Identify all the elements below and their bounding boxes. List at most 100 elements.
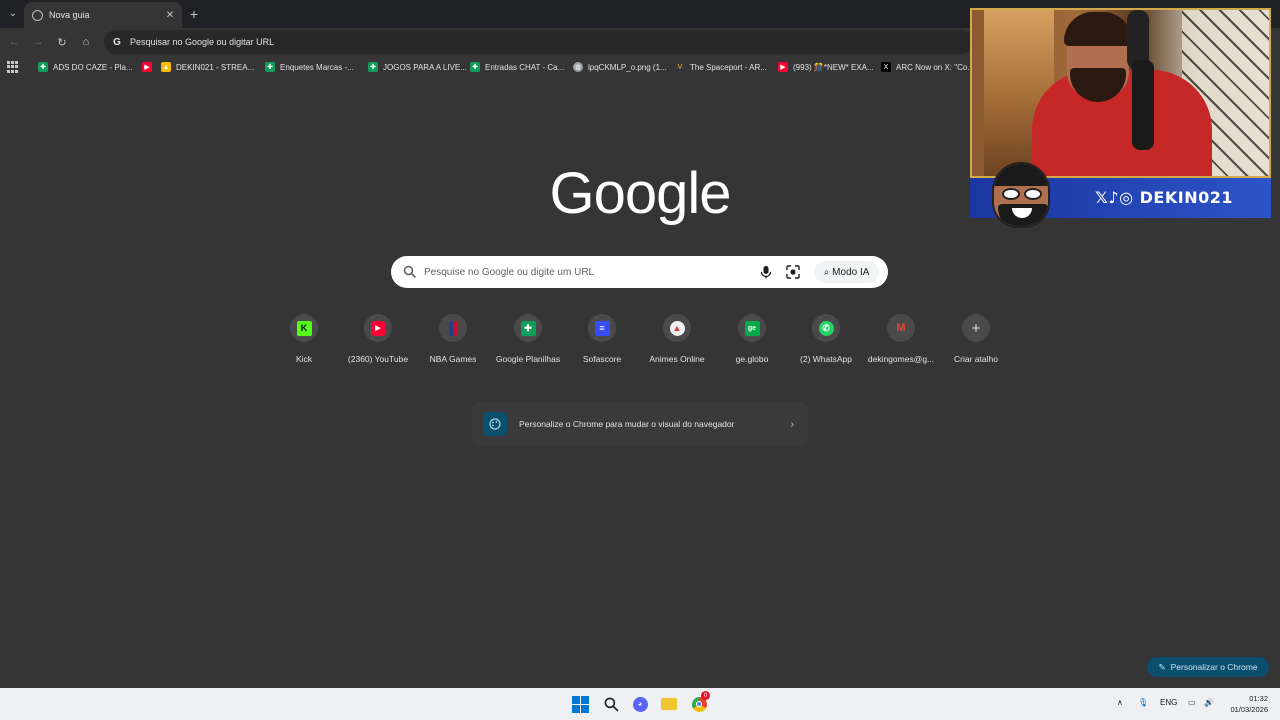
shortcut-label: Kick bbox=[295, 354, 313, 364]
bookmark-item[interactable]: ✚ ADS DO CAZE - Pla... bbox=[38, 60, 133, 74]
tab-close-icon[interactable]: ✕ bbox=[163, 10, 177, 21]
clock[interactable]: 01:32 01/03/2026 bbox=[1230, 693, 1268, 715]
google-lens-icon[interactable] bbox=[785, 264, 801, 280]
reload-icon[interactable]: ↻ bbox=[54, 34, 70, 50]
shortcut-label: Sofascore bbox=[582, 354, 622, 364]
tray-volume-icon[interactable]: 🔊 bbox=[1204, 698, 1214, 707]
search-icon bbox=[403, 265, 417, 279]
shortcut-tile[interactable]: K Kick bbox=[268, 312, 340, 372]
language-indicator[interactable]: ENG bbox=[1160, 698, 1177, 707]
tray-microphone-icon[interactable]: 🎙 bbox=[1138, 698, 1148, 707]
sofascore-icon: ≡ bbox=[594, 320, 610, 336]
shortcut-label: ge.globo bbox=[735, 354, 769, 364]
file-explorer-icon[interactable] bbox=[660, 695, 678, 713]
tray-network-icon[interactable]: ▭ bbox=[1188, 698, 1196, 707]
shortcut-icon-bg bbox=[439, 314, 467, 342]
nba-icon bbox=[449, 320, 457, 336]
bookmark-item[interactable]: ✚ JOGOS PARA A LIVE... bbox=[368, 60, 467, 74]
customize-card-text: Personalize o Chrome para mudar o visual… bbox=[519, 419, 735, 429]
shortcut-tile[interactable]: NBA Games bbox=[417, 312, 489, 372]
shortcut-label: Criar atalho bbox=[954, 354, 998, 364]
shortcut-tile[interactable]: ▲ Animes Online bbox=[641, 312, 713, 372]
shortcut-tile[interactable]: ge ge.globo bbox=[716, 312, 788, 372]
webcam-overlay bbox=[970, 8, 1271, 178]
bookmark-item[interactable]: ✚ Entradas CHAT - Ca... bbox=[470, 60, 564, 74]
ge-globo-icon: ge bbox=[744, 320, 760, 336]
shortcut-icon-bg: ge bbox=[738, 314, 766, 342]
bookmark-item[interactable]: X ARC Now on X: "Co... bbox=[881, 60, 974, 74]
apps-grid-icon[interactable] bbox=[7, 61, 19, 73]
ai-mode-button[interactable]: ⌕ Modo IA bbox=[814, 261, 879, 283]
sheets-icon: ✚ bbox=[520, 320, 536, 336]
kick-icon: K bbox=[296, 320, 312, 336]
chrome-notification-badge: 0 bbox=[701, 691, 710, 700]
youtube-icon: ▶ bbox=[370, 320, 386, 336]
spaceport-icon: V bbox=[677, 63, 683, 71]
tray-chevron-up-icon[interactable]: ∧ bbox=[1117, 698, 1123, 707]
folder-glyph bbox=[661, 698, 677, 710]
address-bar-text: Pesquisar no Google ou digitar URL bbox=[130, 37, 275, 47]
customize-chrome-button[interactable]: ✎ Personalizar o Chrome bbox=[1147, 657, 1269, 677]
shortcut-label: (2) WhatsApp bbox=[800, 354, 852, 364]
streamer-name: DEKIN021 bbox=[1139, 188, 1233, 207]
youtube-icon: ▶ bbox=[778, 62, 788, 72]
home-icon[interactable]: ⌂ bbox=[78, 34, 94, 50]
bookmark-item[interactable]: ▶ ▲ DEKIN021 - STREA... bbox=[142, 60, 254, 74]
shortcut-icon-bg: ✆ bbox=[812, 314, 840, 342]
tab-search-chevron-icon[interactable]: ⌄ bbox=[4, 4, 22, 22]
windows-taskbar: ◕ 0 ∧ 🎙 ENG ▭ 🔊 01:32 01/03/2026 bbox=[0, 688, 1280, 720]
chrome-icon[interactable]: 0 bbox=[690, 691, 710, 713]
search-box[interactable]: ⌕ Modo IA bbox=[391, 256, 888, 288]
whatsapp-icon: ✆ bbox=[818, 320, 834, 336]
plus-icon: + bbox=[971, 319, 981, 337]
shortcut-icon-bg: K bbox=[290, 314, 318, 342]
clock-time: 01:32 bbox=[1249, 694, 1268, 703]
customize-chrome-label: Personalizar o Chrome bbox=[1170, 662, 1258, 672]
x-icon: X bbox=[881, 62, 891, 72]
forward-arrow-icon[interactable]: → bbox=[30, 34, 46, 50]
google-logo: Google bbox=[549, 161, 731, 226]
social-icons: 𝕏♪◎ bbox=[1095, 188, 1134, 207]
ai-mode-label: Modo IA bbox=[832, 266, 870, 278]
shortcut-label: NBA Games bbox=[429, 354, 477, 364]
address-bar[interactable]: G Pesquisar no Google ou digitar URL bbox=[104, 30, 974, 54]
bookmark-item[interactable]: V The Spaceport - AR... bbox=[675, 60, 767, 74]
tab-new-tab[interactable]: Nova guia ✕ bbox=[24, 2, 182, 28]
windows-start-icon[interactable] bbox=[572, 696, 589, 713]
shortcut-icon-bg: ✚ bbox=[514, 314, 542, 342]
add-shortcut-tile[interactable]: + Criar atalho bbox=[940, 312, 1012, 372]
shortcut-tile[interactable]: ▶ (2360) YouTube bbox=[342, 312, 414, 372]
globe-icon: ◍ bbox=[573, 62, 583, 72]
search-input[interactable] bbox=[424, 264, 744, 280]
shortcut-icon-bg: ▶ bbox=[364, 314, 392, 342]
search-icon[interactable] bbox=[602, 695, 620, 713]
youtube-icon: ▶ bbox=[142, 62, 152, 72]
back-arrow-icon[interactable]: ← bbox=[6, 34, 22, 50]
webcam-microphone bbox=[1132, 60, 1154, 150]
shortcut-tile[interactable]: M dekingomes@g... bbox=[865, 312, 937, 372]
shortcut-tile[interactable]: ✚ Google Planilhas bbox=[492, 312, 564, 372]
sheets-icon: ✚ bbox=[265, 62, 275, 72]
bookmark-item[interactable]: ✚ Enquetes Marcas -... bbox=[265, 60, 354, 74]
shortcut-label: (2360) YouTube bbox=[347, 354, 409, 364]
gmail-icon: M bbox=[896, 322, 906, 334]
streamer-avatar bbox=[992, 162, 1050, 228]
avatar-hair bbox=[994, 164, 1048, 186]
shortcut-icon-bg: + bbox=[962, 314, 990, 342]
new-tab-button[interactable]: + bbox=[186, 6, 202, 22]
microphone-icon[interactable] bbox=[758, 264, 774, 280]
sheets-icon: ✚ bbox=[368, 62, 378, 72]
shortcut-tile[interactable]: ✆ (2) WhatsApp bbox=[790, 312, 862, 372]
shortcut-tile[interactable]: ≡ Sofascore bbox=[566, 312, 638, 372]
bookmark-item[interactable]: ◍ lpqCKMLP_o.png (1... bbox=[573, 60, 667, 74]
bookmark-item[interactable]: ▶ (993) 🎊*NEW* EXA... bbox=[778, 60, 874, 74]
discord-icon[interactable]: ◕ bbox=[631, 695, 649, 713]
chrome-favicon-icon bbox=[32, 9, 43, 21]
customize-chrome-card[interactable]: Personalize o Chrome para mudar o visual… bbox=[472, 402, 808, 446]
tab-title: Nova guia bbox=[49, 10, 90, 20]
shortcut-icon-bg: M bbox=[887, 314, 915, 342]
clock-date: 01/03/2026 bbox=[1230, 705, 1268, 714]
avatar-glasses bbox=[1002, 188, 1042, 200]
taskbar-search-glyph bbox=[604, 697, 618, 711]
shortcut-label: dekingomes@g... bbox=[867, 354, 935, 364]
